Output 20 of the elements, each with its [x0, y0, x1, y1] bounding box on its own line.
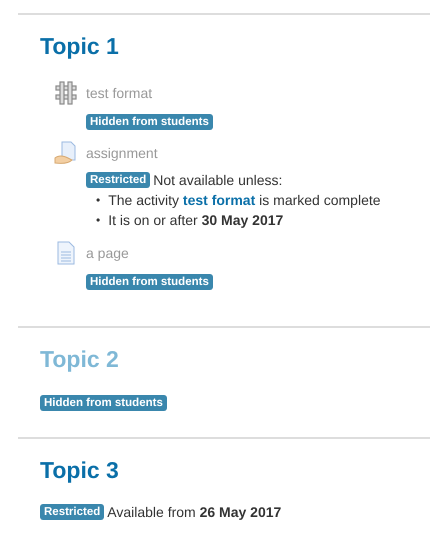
condition-text: It is on or after 30 May 2017 [108, 211, 284, 230]
document-hand-icon [54, 141, 78, 165]
availability-text: Not available unless: [153, 172, 282, 188]
availability-text: Available from 26 May 2017 [107, 504, 282, 520]
puzzle-grid-icon [54, 81, 78, 105]
hidden-badge: Hidden from students [40, 395, 167, 411]
hidden-badge: Hidden from students [86, 114, 213, 130]
restricted-badge: Restricted [40, 504, 104, 520]
activity-link[interactable]: test format [86, 85, 152, 101]
activity-link[interactable]: a page [86, 245, 129, 261]
restricted-badge: Restricted [86, 172, 150, 188]
topic-title: Topic 2 [40, 346, 119, 373]
hidden-badge: Hidden from students [86, 274, 213, 290]
topic-title: Topic 1 [40, 33, 119, 60]
topic-title: Topic 3 [40, 457, 119, 484]
activity-link[interactable]: test format [182, 192, 256, 208]
bullet: • [96, 192, 100, 209]
bullet: • [96, 212, 100, 229]
condition-text: The activity test format is marked complete [108, 191, 381, 210]
activity-link[interactable]: assignment [86, 145, 158, 161]
